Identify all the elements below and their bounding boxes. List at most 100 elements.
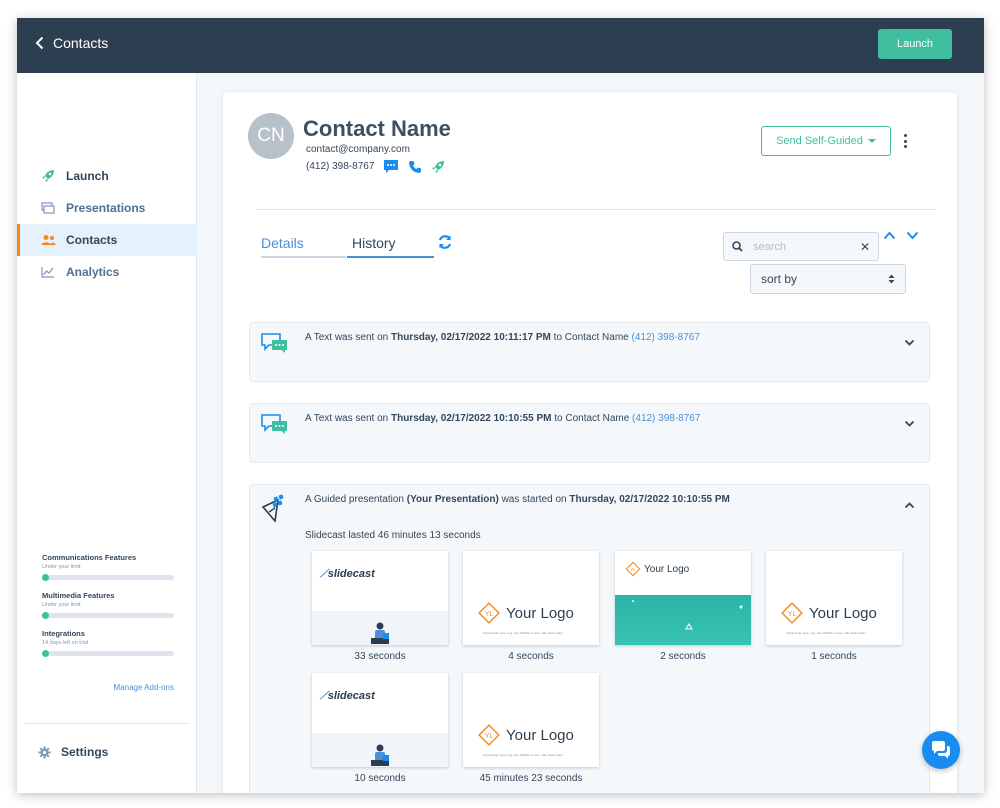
history-item-expanded: A Guided presentation (Your Presentation… [249, 484, 930, 793]
rocket-icon[interactable] [431, 160, 445, 174]
sort-by-select[interactable]: sort by [750, 264, 906, 294]
contacts-icon [40, 232, 56, 248]
back-label: Contacts [53, 35, 109, 51]
slide-thumbnail[interactable]: ⟋slidecast 33 seconds [312, 551, 448, 662]
your-logo: YL Your Logo [625, 561, 689, 577]
logo-hint: (Optimal file type: png, size 9000kb or … [786, 631, 866, 635]
sidebar-item-contacts[interactable]: Contacts [17, 224, 197, 256]
svg-text:YL: YL [485, 611, 494, 618]
sidebar-nav: Launch Presentations Contacts Analytics [17, 160, 197, 288]
slidecast-logo: ⟋slidecast [320, 568, 375, 580]
sort-by-value: sort by [761, 272, 798, 286]
slide-duration: 4 seconds [508, 651, 554, 662]
feature-progress-bar [42, 574, 174, 581]
feature-integrations: Integrations 14 days left on trial [42, 629, 177, 657]
history-item[interactable]: A Text was sent on Thursday, 02/17/2022 … [249, 322, 930, 382]
your-logo: YL Your Logo [477, 601, 574, 625]
avatar: CN [248, 113, 294, 159]
logo-hint: (Optimal file type: png, size 9000kb or … [483, 753, 563, 757]
launch-button[interactable]: Launch [878, 29, 952, 59]
progress-knob [42, 612, 49, 619]
manage-addons-link[interactable]: Manage Add-ons [114, 683, 175, 692]
sidebar-divider [25, 723, 189, 724]
tab-history[interactable]: History [347, 235, 434, 258]
divider [256, 209, 936, 210]
history-item[interactable]: A Text was sent on Thursday, 02/17/2022 … [249, 403, 930, 463]
feature-subtitle: Under your limit [42, 564, 81, 570]
slidecast-logo: ⟋slidecast [320, 690, 375, 702]
send-button-label: Send Self-Guided [776, 135, 863, 147]
teal-banner [615, 595, 751, 645]
sidebar-item-analytics[interactable]: Analytics [17, 256, 197, 288]
slide-thumbnail[interactable]: YL Your Logo (Optimal file type: png, si… [463, 551, 599, 662]
phone-link[interactable]: (412) 398-8767 [632, 332, 700, 343]
contact-phone: (412) 398-8767 [306, 161, 375, 172]
chevron-down-icon[interactable] [904, 339, 915, 347]
slide-duration: 10 seconds [354, 773, 406, 784]
history-text: A Guided presentation (Your Presentation… [305, 494, 730, 505]
svg-text:YL: YL [485, 733, 494, 740]
logo-hint: (Optimal file type: png, size 9000kb or … [483, 631, 563, 635]
phone-link[interactable]: (412) 398-8767 [632, 413, 700, 424]
sort-direction-controls [883, 231, 919, 240]
clear-search-icon[interactable]: ✕ [860, 240, 870, 254]
send-self-guided-button[interactable]: Send Self-Guided [761, 126, 891, 156]
feature-multimedia: Multimedia Features Under your limit [42, 591, 177, 619]
feature-communications: Communications Features Under your limit [42, 553, 177, 581]
chevron-down-icon[interactable] [904, 420, 915, 428]
chevron-left-icon [35, 36, 44, 50]
chevron-up-icon[interactable] [904, 501, 915, 509]
chevron-up-icon[interactable] [883, 231, 896, 240]
message-icon[interactable] [383, 159, 399, 174]
back-to-contacts-link[interactable]: Contacts [35, 35, 108, 51]
feature-title: Integrations [42, 629, 85, 638]
sidebar-item-settings[interactable]: Settings [38, 745, 108, 759]
slide-duration: 45 minutes 23 seconds [479, 773, 583, 784]
yl-logo-icon: YL [478, 602, 500, 624]
more-options-icon[interactable] [901, 132, 909, 150]
contact-name: Contact Name [303, 116, 451, 141]
person-at-desk-illustration [371, 622, 389, 644]
search-icon [732, 241, 743, 252]
app-window: Contacts Launch Launch Presentations Con… [17, 18, 984, 793]
gear-icon [38, 746, 51, 758]
slide-duration: 2 seconds [660, 651, 706, 662]
sidebar-item-label: Presentations [66, 201, 146, 215]
caret-down-icon [867, 139, 876, 143]
sms-chat-icon [260, 413, 290, 442]
slide-thumbnail[interactable]: YL Your Logo 2 seconds [615, 551, 751, 662]
feature-subtitle: 14 days left on trial [42, 640, 89, 646]
tab-details[interactable]: Details [261, 235, 346, 258]
refresh-icon[interactable] [437, 234, 453, 255]
sidebar-item-launch[interactable]: Launch [17, 160, 197, 192]
sms-chat-icon [260, 332, 290, 361]
progress-knob [42, 574, 49, 581]
slide-thumbnail[interactable]: YL Your Logo (Optimal file type: png, si… [463, 673, 599, 784]
yl-logo-icon: YL [478, 724, 500, 746]
feature-progress-bar [42, 650, 174, 657]
chat-support-button[interactable] [922, 731, 960, 769]
slide-thumbnail[interactable]: YL Your Logo (Optimal file type: png, si… [766, 551, 902, 662]
search-input[interactable]: search [753, 241, 860, 253]
yl-logo-icon: YL [625, 561, 641, 577]
contact-phone-row: (412) 398-8767 [306, 159, 445, 174]
svg-text:YL: YL [788, 611, 797, 618]
sidebar-item-label: Contacts [66, 233, 118, 247]
chevron-down-icon[interactable] [906, 231, 919, 240]
sidebar-item-label: Analytics [66, 265, 120, 279]
feature-subtitle: Under your limit [42, 602, 81, 608]
chat-icon [932, 741, 950, 759]
analytics-icon [40, 264, 56, 280]
slide-thumbnail[interactable]: ⟋slidecast 10 seconds [312, 673, 448, 784]
settings-label: Settings [61, 745, 109, 759]
feature-title: Multimedia Features [42, 591, 115, 600]
contact-card: CN Contact Name contact@company.com (412… [223, 92, 957, 793]
sidebar-item-presentations[interactable]: Presentations [17, 192, 197, 224]
slidecast-duration: Slidecast lasted 46 minutes 13 seconds [305, 530, 481, 541]
phone-icon[interactable] [408, 160, 422, 174]
svg-text:YL: YL [630, 567, 636, 572]
rocket-icon [40, 168, 56, 184]
feature-usage-panel: Communications Features Under your limit… [42, 553, 177, 667]
top-bar: Contacts Launch [17, 18, 984, 73]
person-at-desk-illustration [371, 744, 389, 766]
